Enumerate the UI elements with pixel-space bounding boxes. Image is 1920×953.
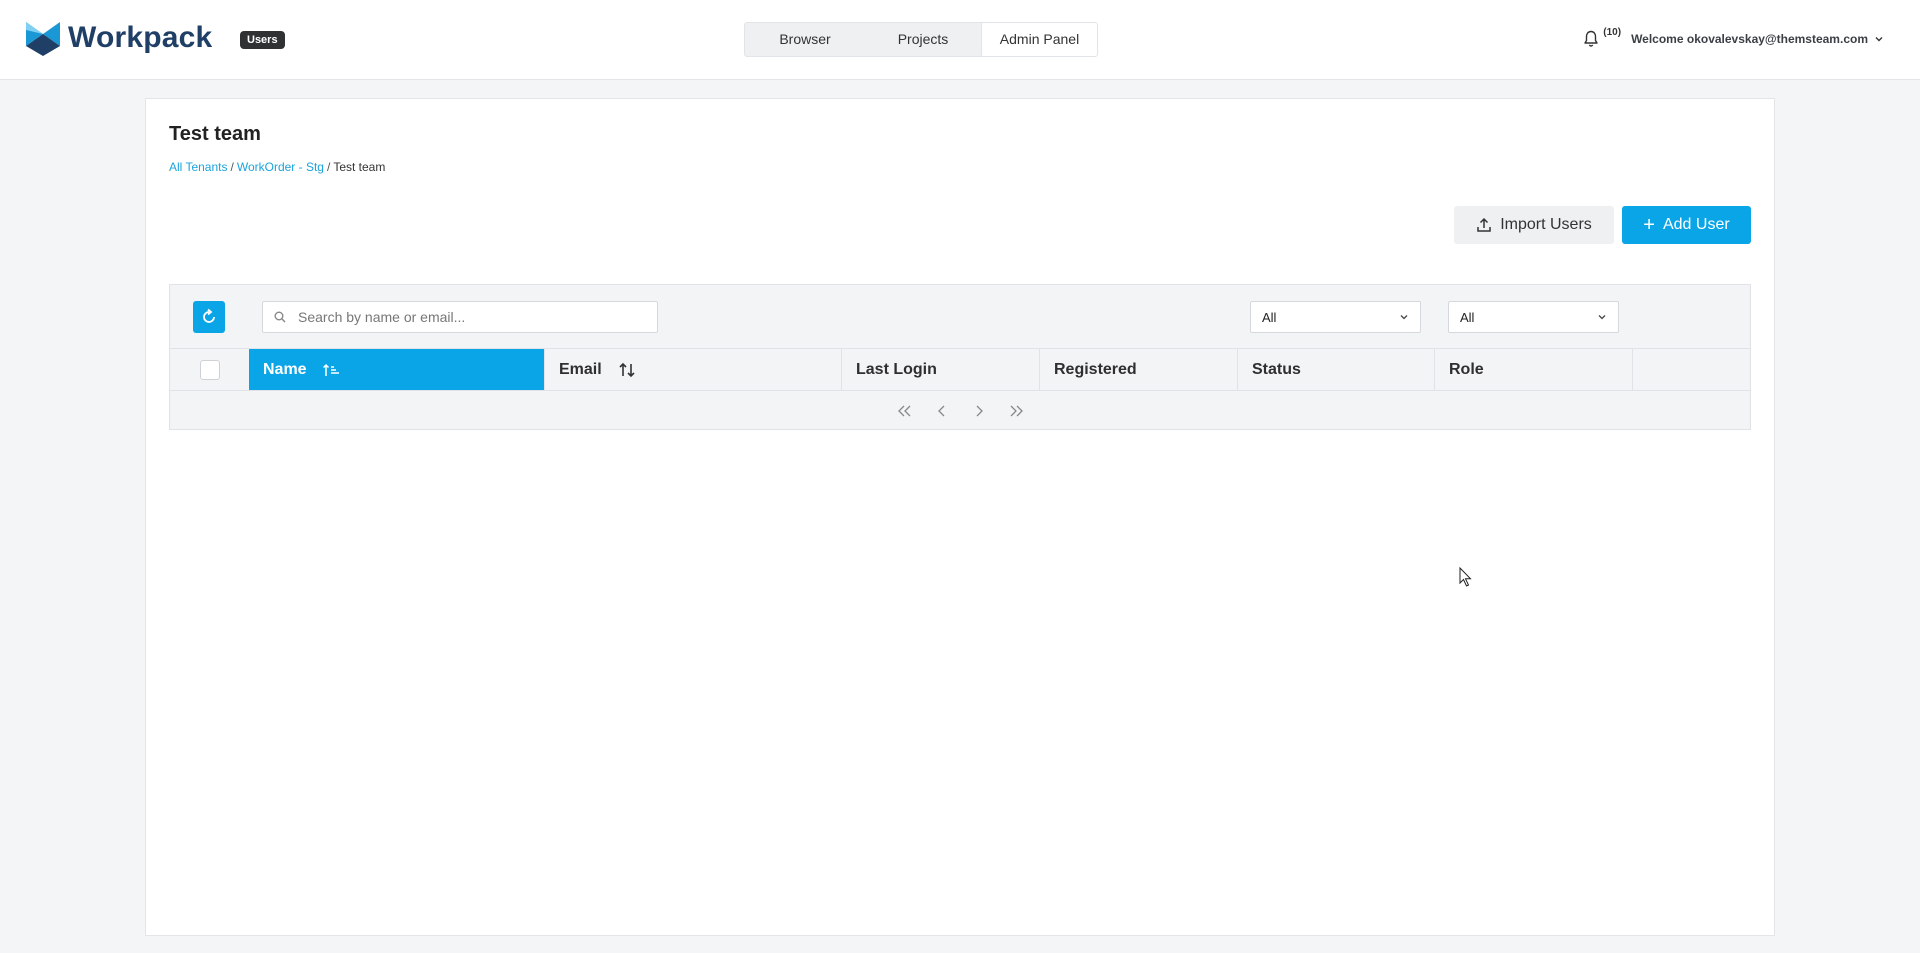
chevron-right-icon <box>976 405 983 416</box>
nav-tab-browser[interactable]: Browser <box>745 23 865 56</box>
add-user-button[interactable]: + Add User <box>1622 206 1751 244</box>
refresh-icon <box>203 308 215 323</box>
first-page-button[interactable] <box>886 396 923 426</box>
section-badge: Users <box>240 31 285 49</box>
column-header-email[interactable]: Email <box>545 349 842 390</box>
chevrons-right-icon <box>1010 405 1023 416</box>
user-area: (10) Welcome okovalevskay@themsteam.com <box>1583 26 1884 48</box>
chevron-down-icon <box>1598 315 1606 320</box>
plus-icon: + <box>1643 214 1655 236</box>
chevron-down-icon[interactable] <box>1874 34 1884 44</box>
column-header-name[interactable]: Name <box>249 349 545 390</box>
column-header-last-login: Last Login <box>842 349 1040 390</box>
main-nav: Browser Projects Admin Panel <box>744 22 1098 57</box>
breadcrumb: All Tenants / WorkOrder - Stg / Test team <box>169 160 386 174</box>
nav-tab-projects[interactable]: Projects <box>865 23 981 56</box>
upload-icon <box>1477 217 1491 232</box>
role-filter-select[interactable]: All <box>1448 301 1619 333</box>
workpack-logo-icon <box>26 22 60 56</box>
sort-ascending-icon <box>322 363 339 376</box>
breadcrumb-all-tenants[interactable]: All Tenants <box>169 160 227 174</box>
breadcrumb-workorder-stg[interactable]: WorkOrder - Stg <box>237 160 324 174</box>
bell-icon[interactable] <box>1583 30 1599 48</box>
role-filter-value: All <box>1460 309 1475 325</box>
select-all-checkbox[interactable] <box>199 359 220 380</box>
page-title: Test team <box>169 123 261 145</box>
pagination <box>170 392 1750 429</box>
select-all-cell <box>170 349 249 390</box>
search-box <box>262 301 658 333</box>
next-page-button[interactable] <box>960 396 997 426</box>
welcome-user[interactable]: Welcome okovalevskay@themsteam.com <box>1631 32 1868 46</box>
table-header: Name Email Last Login Registered Status … <box>170 348 1750 391</box>
brand-name: Workpack <box>68 21 213 54</box>
column-email-label: Email <box>559 360 602 378</box>
column-header-role: Role <box>1435 349 1633 390</box>
main-card: Test team All Tenants / WorkOrder - Stg / Te… <box>145 98 1775 936</box>
chevron-down-icon <box>1400 315 1408 320</box>
column-name-label: Name <box>263 360 307 378</box>
search-input[interactable] <box>298 309 638 325</box>
status-filter-value: All <box>1262 309 1277 325</box>
import-users-button[interactable]: Import Users <box>1454 206 1614 244</box>
add-user-label: Add User <box>1662 216 1730 233</box>
logo[interactable]: Workpack <box>26 20 212 56</box>
import-users-label: Import Users <box>1500 216 1592 233</box>
chevron-left-icon <box>937 405 944 416</box>
column-header-actions <box>1633 349 1750 390</box>
refresh-button[interactable] <box>193 301 225 333</box>
nav-tab-admin-panel[interactable]: Admin Panel <box>981 23 1097 56</box>
prev-page-button[interactable] <box>923 396 960 426</box>
column-header-registered: Registered <box>1040 349 1238 390</box>
search-icon <box>274 311 286 323</box>
notification-count: (10) <box>1603 26 1622 38</box>
status-filter-select[interactable]: All <box>1250 301 1421 333</box>
column-header-status: Status <box>1238 349 1435 390</box>
chevrons-left-icon <box>897 405 910 416</box>
sort-icon <box>619 362 635 377</box>
last-page-button[interactable] <box>997 396 1034 426</box>
mouse-cursor-icon <box>1459 567 1472 587</box>
top-bar: Workpack Users Browser Projects Admin Pa… <box>0 0 1920 80</box>
users-table-panel: All All Name Email <box>169 284 1751 430</box>
breadcrumb-current: Test team <box>333 160 386 174</box>
